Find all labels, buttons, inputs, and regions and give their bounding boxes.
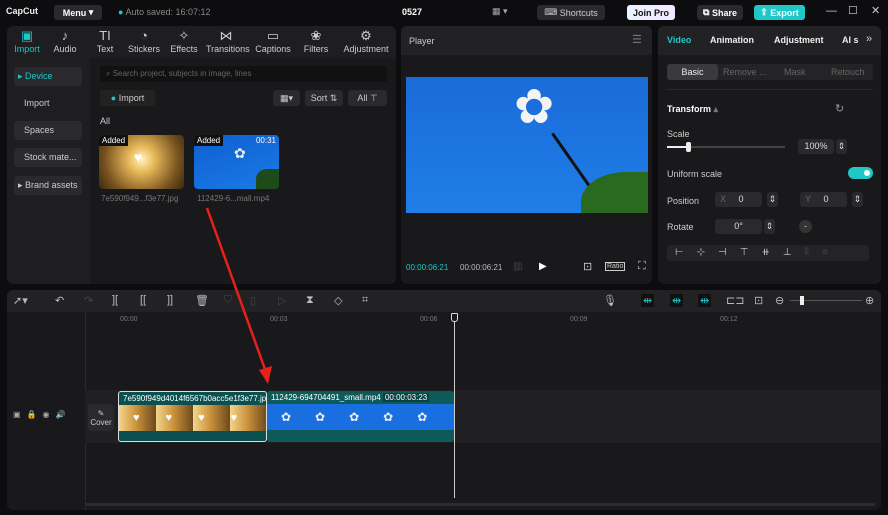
annotation-arrow: [205, 207, 272, 384]
annotation-arrow-head: [259, 366, 272, 384]
annotation-arrow-line: [205, 207, 268, 373]
